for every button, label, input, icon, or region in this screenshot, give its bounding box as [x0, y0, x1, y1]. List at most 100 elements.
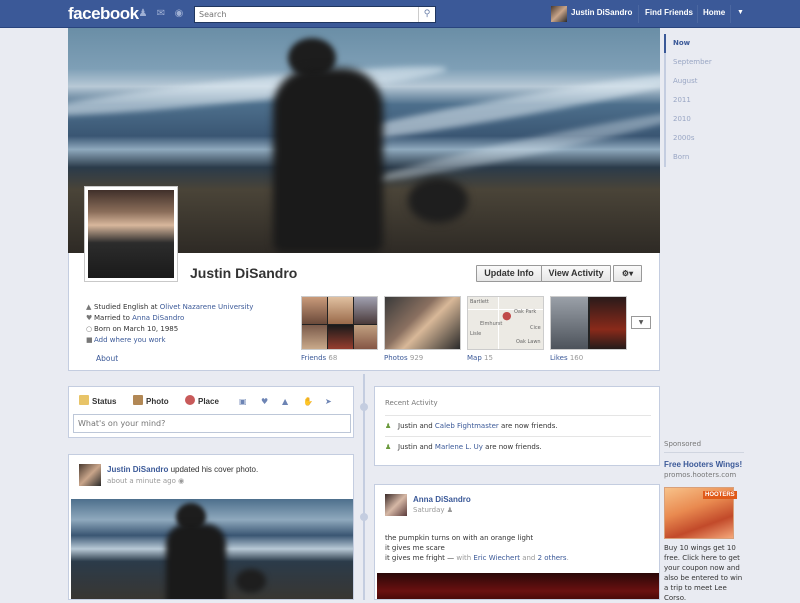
activity-text: Justin and: [398, 422, 435, 430]
friends-tile[interactable]: [301, 296, 378, 350]
account-menu-chevron-icon[interactable]: ▼: [737, 9, 744, 16]
nav-avatar[interactable]: [551, 6, 567, 22]
globe-icon: ◉: [178, 477, 185, 485]
map-label: Lisle: [470, 331, 482, 337]
friend-requests-icon[interactable]: ♟: [137, 8, 149, 20]
photos-tile-label[interactable]: Photos 929: [384, 354, 423, 362]
nav-profile-link[interactable]: Justin DiSandro: [571, 8, 632, 17]
post-text: the pumpkin turns on with an orange ligh…: [385, 533, 569, 563]
friend-link[interactable]: Caleb Fightmaster: [435, 422, 499, 430]
post-with: with: [456, 554, 474, 562]
more-tiles-chevron-icon[interactable]: ▼: [631, 316, 651, 329]
timeline-dot: [360, 513, 368, 521]
search-icon[interactable]: ⚲: [418, 7, 435, 22]
school-link[interactable]: Olivet Nazarene University: [160, 303, 254, 311]
tab-place[interactable]: Place: [185, 395, 219, 409]
heart-icon[interactable]: ♥: [261, 397, 268, 406]
nav-divider: [638, 5, 639, 23]
photos-label: Photos: [384, 354, 408, 362]
add-work-link[interactable]: Add where you work: [94, 336, 166, 344]
activity-row: ♟ Justin and Caleb Fightmaster are now fr…: [385, 415, 651, 435]
info-birthday: ○ Born on March 10, 1985: [86, 324, 178, 334]
info-birthday-label: Born on March 10, 1985: [94, 325, 179, 333]
map-tile-label[interactable]: Map 15: [467, 354, 493, 362]
activity-text: are now friends.: [498, 422, 558, 430]
post-end: .: [566, 554, 569, 562]
travel-icon[interactable]: ➤: [325, 397, 332, 406]
cover-wave: [68, 58, 448, 124]
likes-label: Likes: [550, 354, 568, 362]
tagged-post: Anna DiSandro Saturday ♟ the pumpkin tur…: [374, 484, 660, 600]
year-2000s[interactable]: 2000s: [666, 129, 724, 148]
spouse-link[interactable]: Anna DiSandro: [132, 314, 184, 322]
post-time[interactable]: Saturday ♟: [413, 506, 453, 514]
post-author-link[interactable]: Justin DiSandro: [107, 465, 168, 474]
post-author[interactable]: Anna DiSandro: [413, 495, 471, 504]
friends-icon: ♟: [385, 443, 392, 451]
profile-name[interactable]: Justin DiSandro: [190, 265, 297, 281]
top-bar: facebook ♟ ✉ ◉ ⚲ Justin DiSandro Find Fr…: [0, 0, 800, 28]
update-info-button[interactable]: Update Info: [476, 265, 542, 282]
year-september[interactable]: September: [666, 53, 724, 72]
tab-photo[interactable]: Photo: [133, 395, 169, 409]
search-box: ⚲: [194, 6, 436, 23]
tab-place-label: Place: [198, 397, 219, 406]
year-now[interactable]: Now: [664, 34, 724, 53]
settings-gear-icon[interactable]: ⚙▾: [613, 265, 642, 282]
recent-activity-header: Recent Activity: [385, 399, 438, 407]
nav-divider: [730, 5, 731, 23]
likes-tile[interactable]: [550, 296, 627, 350]
profile-picture[interactable]: [84, 186, 178, 282]
messages-icon[interactable]: ✉: [155, 8, 167, 20]
avatar[interactable]: [385, 494, 407, 516]
tab-photo-label: Photo: [146, 397, 169, 406]
photo-icon: [133, 395, 143, 405]
info-work: ■Add where you work: [86, 335, 166, 345]
photos-count: 929: [409, 354, 424, 362]
status-input[interactable]: [73, 414, 351, 433]
year-2011[interactable]: 2011: [666, 91, 724, 110]
post-action: updated his cover photo.: [168, 465, 259, 474]
ad-body: Buy 10 wings get 10 free. Click here to …: [664, 544, 743, 602]
briefcase-icon: ■: [86, 336, 93, 344]
cover-photo-thumbnail[interactable]: [71, 499, 353, 599]
post-and: and: [519, 554, 538, 562]
post-line-text: it gives me fright —: [385, 554, 457, 562]
year-2010[interactable]: 2010: [666, 110, 724, 129]
health-icon[interactable]: ✋: [303, 397, 313, 406]
education-icon: ▲: [86, 303, 92, 311]
likes-tile-label[interactable]: Likes 160: [550, 354, 583, 362]
year-born[interactable]: Born: [666, 148, 724, 167]
post-time-label: Saturday: [413, 506, 445, 514]
map-label-text: Map: [467, 354, 482, 362]
home-icon[interactable]: ▲: [282, 397, 288, 406]
about-link[interactable]: About: [96, 354, 118, 363]
tagged-others-link[interactable]: 2 others: [538, 554, 567, 562]
nav-home[interactable]: Home: [703, 8, 725, 17]
post-photo[interactable]: [377, 573, 659, 599]
nav-find-friends[interactable]: Find Friends: [645, 8, 693, 17]
post-author: Justin DiSandro updated his cover photo.: [107, 465, 258, 474]
cover-silhouette-object: [408, 178, 468, 223]
life-event-icon[interactable]: ▣: [239, 397, 247, 406]
place-icon: [185, 395, 195, 405]
facebook-logo[interactable]: facebook: [68, 4, 139, 24]
map-tile[interactable]: Bartlett Oak Park Elmhurst Cice Lisle Oa…: [467, 296, 544, 350]
post-time[interactable]: about a minute ago ◉: [107, 477, 184, 485]
ad-image[interactable]: HOOTERS: [664, 487, 737, 539]
tab-status[interactable]: Status: [79, 395, 116, 409]
search-input[interactable]: [195, 7, 415, 22]
post-time-label: about a minute ago: [107, 477, 176, 485]
year-august[interactable]: August: [666, 72, 724, 91]
ad-domain[interactable]: promos.hooters.com: [664, 470, 744, 480]
activity-row: ♟ Justin and Marlene L. Uy are now friend…: [385, 436, 651, 456]
friends-tile-label[interactable]: Friends 68: [301, 354, 337, 362]
friend-link[interactable]: Marlene L. Uy: [435, 443, 483, 451]
nav-divider: [697, 5, 698, 23]
tagged-friend-link[interactable]: Eric Wiechert: [473, 554, 520, 562]
view-activity-button[interactable]: View Activity: [541, 265, 611, 282]
photos-tile[interactable]: [384, 296, 461, 350]
avatar[interactable]: [79, 464, 101, 486]
notifications-icon[interactable]: ◉: [173, 8, 185, 20]
ad-title[interactable]: Free Hooters Wings!: [664, 460, 744, 470]
